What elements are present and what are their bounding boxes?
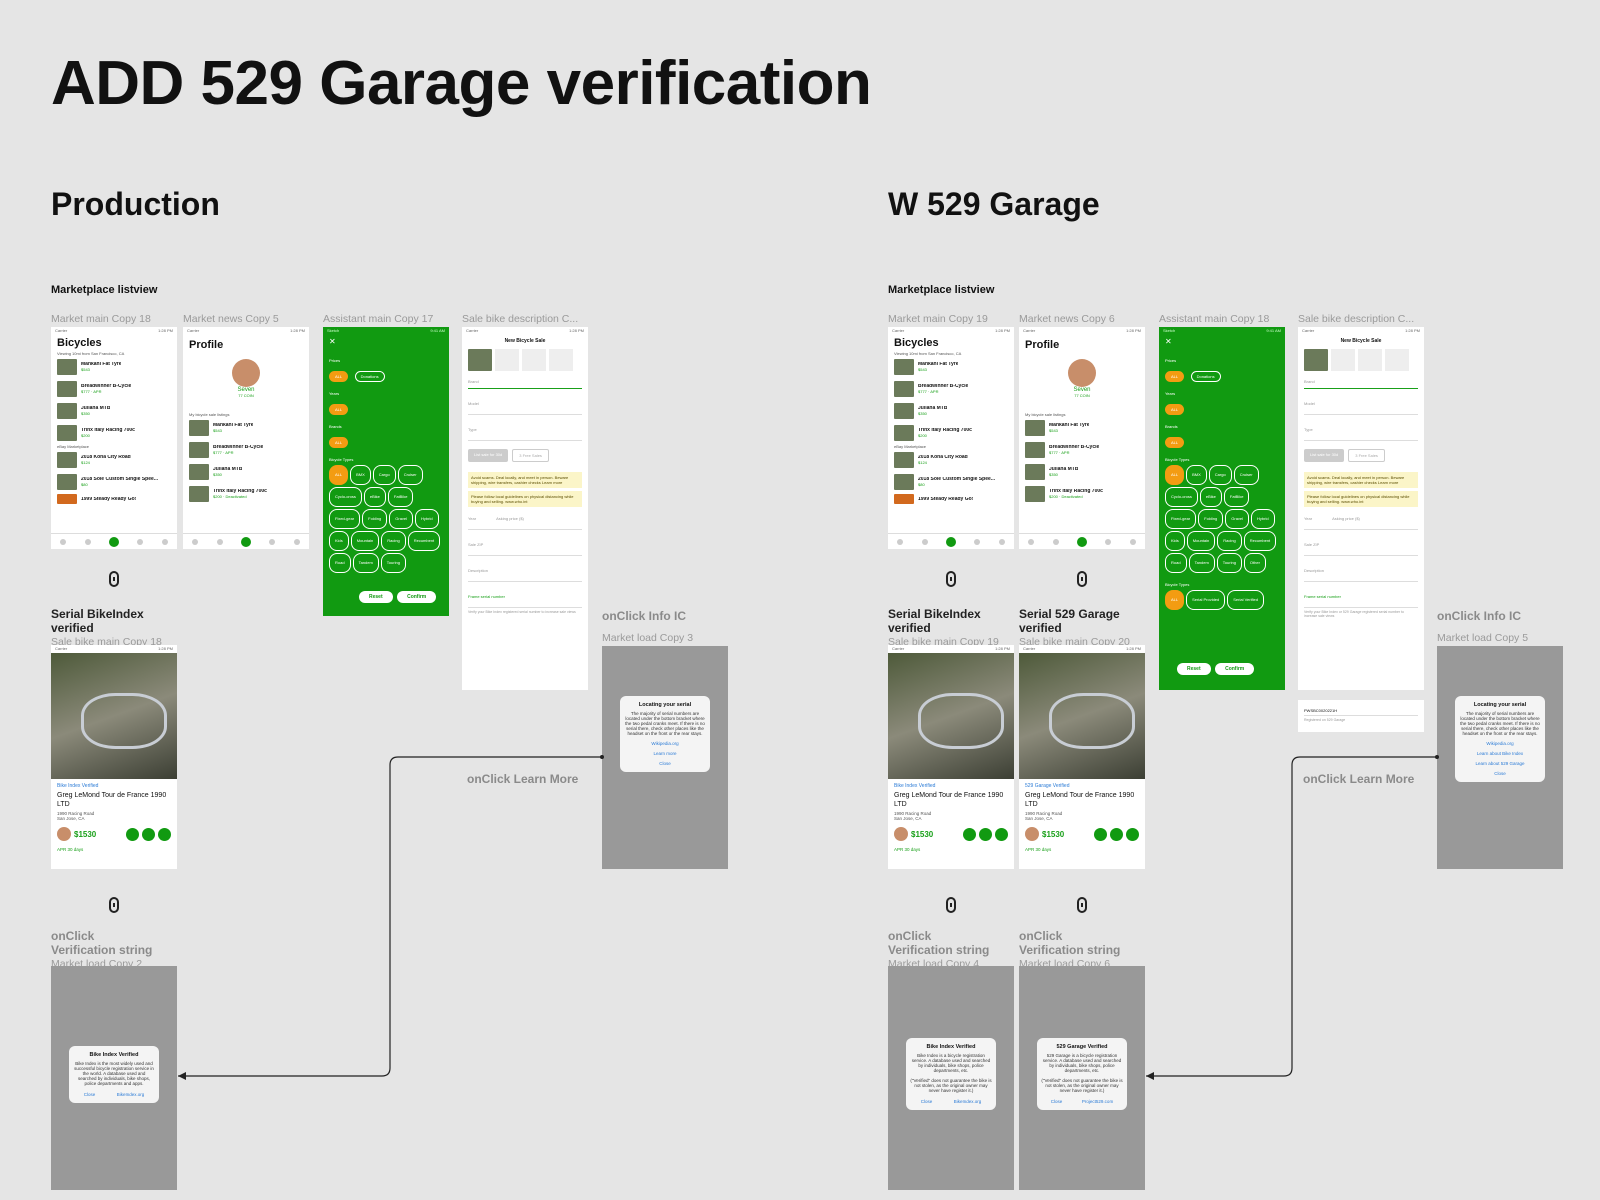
flow-connectors (178, 755, 1439, 1080)
